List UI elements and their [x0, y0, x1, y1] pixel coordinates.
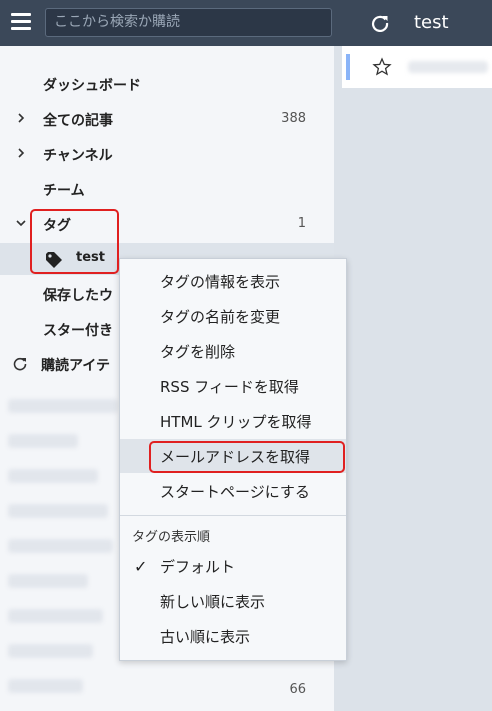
highlight-box-email	[149, 441, 345, 473]
menu-divider	[120, 515, 346, 516]
reload-icon[interactable]	[12, 356, 28, 372]
blurred-feed-item	[8, 399, 118, 413]
menu-item-get-html-clip[interactable]: HTML クリップを取得	[120, 404, 346, 438]
blurred-feed-item	[8, 574, 88, 588]
blurred-feed-item	[8, 434, 78, 448]
blurred-feed-item	[8, 609, 103, 623]
blurred-article-title	[408, 61, 488, 73]
selection-indicator	[346, 54, 350, 80]
blurred-feed-item	[8, 644, 93, 658]
article-list-item[interactable]	[342, 46, 492, 88]
unread-count: 388	[281, 111, 306, 126]
sidebar-item-channels[interactable]: チャンネル	[0, 138, 334, 170]
refresh-icon[interactable]	[370, 13, 390, 33]
check-icon: ✓	[134, 557, 148, 576]
sidebar-item-label: 購読アイテ	[41, 358, 111, 374]
sidebar-item-label: チーム	[43, 183, 85, 199]
sidebar-item-dashboard[interactable]: ダッシュボード	[0, 68, 334, 100]
chevron-right-icon[interactable]	[16, 111, 26, 125]
page-title: test	[414, 12, 449, 33]
menu-item-get-rss-feed[interactable]: RSS フィードを取得	[120, 369, 346, 403]
menu-item-delete-tag[interactable]: タグを削除	[120, 334, 346, 368]
sidebar-item-all-articles[interactable]: 全ての記事 388	[0, 103, 334, 135]
chevron-right-icon[interactable]	[16, 146, 26, 160]
sidebar-item-label: 保存したウ	[43, 288, 113, 304]
menu-item-rename-tag[interactable]: タグの名前を変更	[120, 299, 346, 333]
unread-count: 66	[289, 682, 306, 697]
sidebar-item-label: 全ての記事	[43, 113, 113, 129]
sidebar-item-label: スター付き	[43, 323, 113, 339]
sidebar-item-team[interactable]: チーム	[0, 173, 334, 205]
sidebar-item-feed[interactable]: 66	[0, 674, 334, 706]
blurred-feed-item	[8, 504, 108, 518]
highlight-box-tags	[30, 209, 119, 274]
menu-section-title: タグの表示順	[132, 530, 211, 545]
blurred-feed-item	[8, 469, 98, 483]
star-icon[interactable]	[372, 57, 392, 77]
menu-item-sort-newest[interactable]: 新しい順に表示	[120, 584, 346, 618]
menu-item-set-start-page[interactable]: スタートページにする	[120, 474, 346, 508]
tag-count: 1	[297, 216, 306, 231]
sidebar-item-label: チャンネル	[43, 148, 113, 164]
menu-item-sort-oldest[interactable]: 古い順に表示	[120, 619, 346, 653]
chevron-down-icon[interactable]	[16, 216, 26, 230]
search-input[interactable]: ここから検索か購読	[45, 8, 332, 37]
top-bar: ここから検索か購読 test	[0, 0, 492, 46]
sidebar-item-label: ダッシュボード	[43, 78, 141, 94]
blurred-feed-item	[8, 539, 113, 553]
menu-item-sort-default[interactable]: ✓ デフォルト	[120, 549, 346, 583]
menu-item-show-tag-info[interactable]: タグの情報を表示	[120, 264, 346, 298]
hamburger-menu-icon[interactable]	[11, 13, 31, 31]
